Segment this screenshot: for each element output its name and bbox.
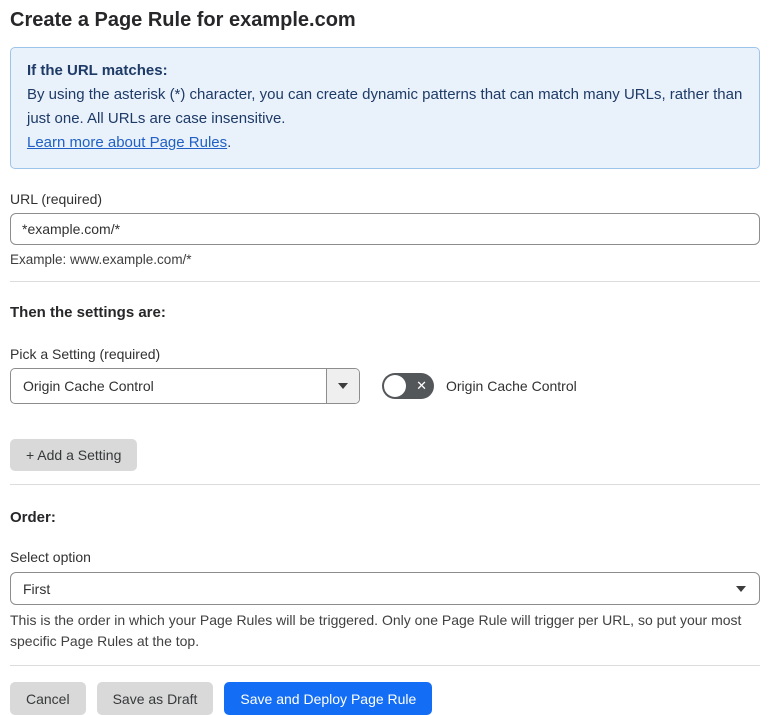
- order-description: This is the order in which your Page Rul…: [10, 612, 742, 649]
- save-as-draft-button[interactable]: Save as Draft: [96, 682, 214, 715]
- learn-more-link[interactable]: Learn more about Page Rules: [27, 134, 227, 151]
- footer-actions: Cancel Save as Draft Save and Deploy Pag…: [10, 682, 760, 715]
- url-example-text: Example: www.example.com/*: [10, 252, 192, 267]
- setting-select[interactable]: Origin Cache Control: [10, 368, 360, 404]
- url-match-info-box: If the URL matches: By using the asteris…: [10, 47, 760, 169]
- toggle-label: Origin Cache Control: [446, 378, 577, 394]
- url-field-label: URL (required): [10, 191, 103, 207]
- pick-setting-label: Pick a Setting (required): [10, 346, 161, 362]
- setting-select-arrow-button[interactable]: [326, 369, 359, 403]
- cancel-button[interactable]: Cancel: [10, 682, 86, 715]
- info-box-body: By using the asterisk (*) character, you…: [27, 86, 743, 127]
- toggle-knob: [384, 375, 406, 397]
- add-setting-button[interactable]: + Add a Setting: [10, 439, 138, 471]
- save-and-deploy-button[interactable]: Save and Deploy Page Rule: [224, 682, 433, 715]
- divider: [10, 281, 760, 282]
- chevron-down-icon: [736, 586, 746, 592]
- setting-select-value: Origin Cache Control: [23, 378, 154, 394]
- toggle-off-x-icon: ✕: [416, 378, 427, 393]
- divider: [10, 665, 760, 666]
- chevron-down-icon: [338, 383, 348, 389]
- info-box-link-line: Learn more about Page Rules.: [27, 131, 743, 155]
- page-rule-form: Create a Page Rule for example.com If th…: [0, 0, 770, 715]
- settings-section-heading: Then the settings are:: [10, 304, 166, 321]
- divider: [10, 484, 760, 485]
- url-input[interactable]: [10, 213, 760, 245]
- order-select-label: Select option: [10, 549, 91, 565]
- order-select-value: First: [23, 580, 51, 597]
- page-title: Create a Page Rule for example.com: [10, 9, 356, 31]
- origin-cache-control-toggle[interactable]: ✕: [382, 373, 434, 399]
- link-period: .: [227, 134, 232, 151]
- info-box-heading: If the URL matches:: [27, 62, 168, 79]
- setting-controls-row: Origin Cache Control ✕ Origin Cache Cont…: [10, 368, 760, 404]
- order-select[interactable]: First: [10, 572, 760, 605]
- order-section-heading: Order:: [10, 509, 56, 526]
